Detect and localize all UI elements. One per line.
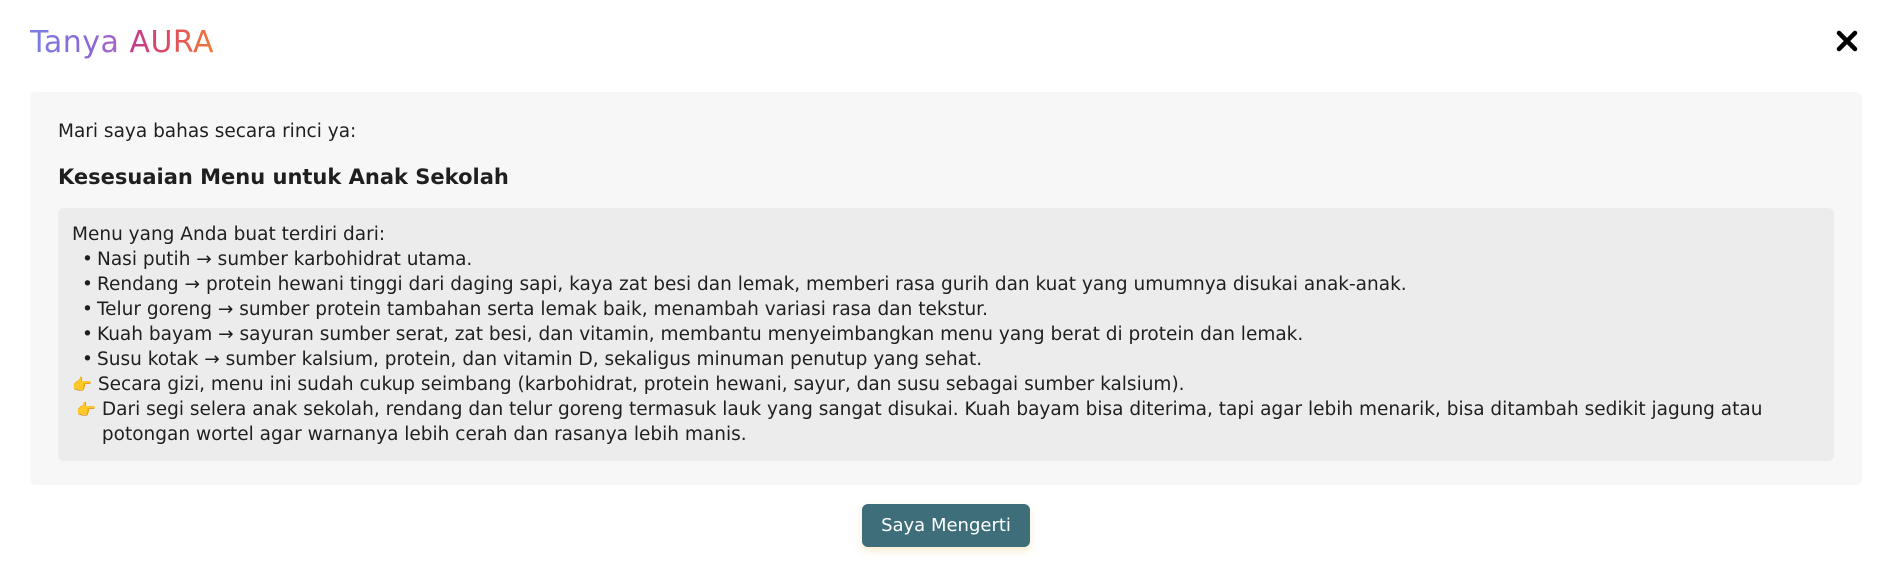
title-aura: AURA bbox=[129, 24, 215, 60]
section-title: Kesesuaian Menu untuk Anak Sekolah bbox=[58, 165, 509, 189]
note-text: Dari segi selera anak sekolah, rendang d… bbox=[101, 399, 1763, 445]
note-text: Secara gizi, menu ini sudah cukup seimba… bbox=[97, 374, 1185, 395]
close-button[interactable] bbox=[1832, 26, 1862, 56]
menu-analysis-box: Menu yang Anda buat terdiri dari: Nasi p… bbox=[58, 208, 1834, 461]
list-item: Kuah bayam → sayuran sumber serat, zat b… bbox=[72, 322, 1820, 347]
list-item: Rendang → protein hewani tinggi dari dag… bbox=[72, 272, 1820, 297]
menu-intro: Menu yang Anda buat terdiri dari: bbox=[72, 224, 386, 245]
aura-dialog: Tanya AURA Mari saya bahas secara rinci … bbox=[0, 0, 1884, 562]
response-card: Mari saya bahas secara rinci ya: Kesesua… bbox=[30, 92, 1862, 485]
close-icon bbox=[1836, 30, 1858, 52]
taste-note: 👉 Dari segi selera anak sekolah, rendang… bbox=[72, 397, 1820, 447]
list-item: Telur goreng → sumber protein tambahan s… bbox=[72, 297, 1820, 322]
pointing-hand-icon: 👉 bbox=[76, 400, 96, 419]
nutrition-note: 👉 Secara gizi, menu ini sudah cukup seim… bbox=[72, 372, 1820, 397]
dialog-title: Tanya AURA bbox=[30, 25, 214, 60]
intro-text: Mari saya bahas secara rinci ya: bbox=[58, 121, 357, 142]
dialog-header: Tanya AURA bbox=[30, 22, 214, 62]
list-item: Susu kotak → sumber kalsium, protein, da… bbox=[72, 347, 1820, 372]
title-tanya: Tanya bbox=[30, 24, 130, 60]
confirm-button[interactable]: Saya Mengerti bbox=[862, 504, 1030, 547]
list-item: Nasi putih → sumber karbohidrat utama. bbox=[72, 247, 1820, 272]
pointing-hand-icon: 👉 bbox=[72, 375, 92, 394]
menu-list: Nasi putih → sumber karbohidrat utama. R… bbox=[72, 247, 1820, 372]
